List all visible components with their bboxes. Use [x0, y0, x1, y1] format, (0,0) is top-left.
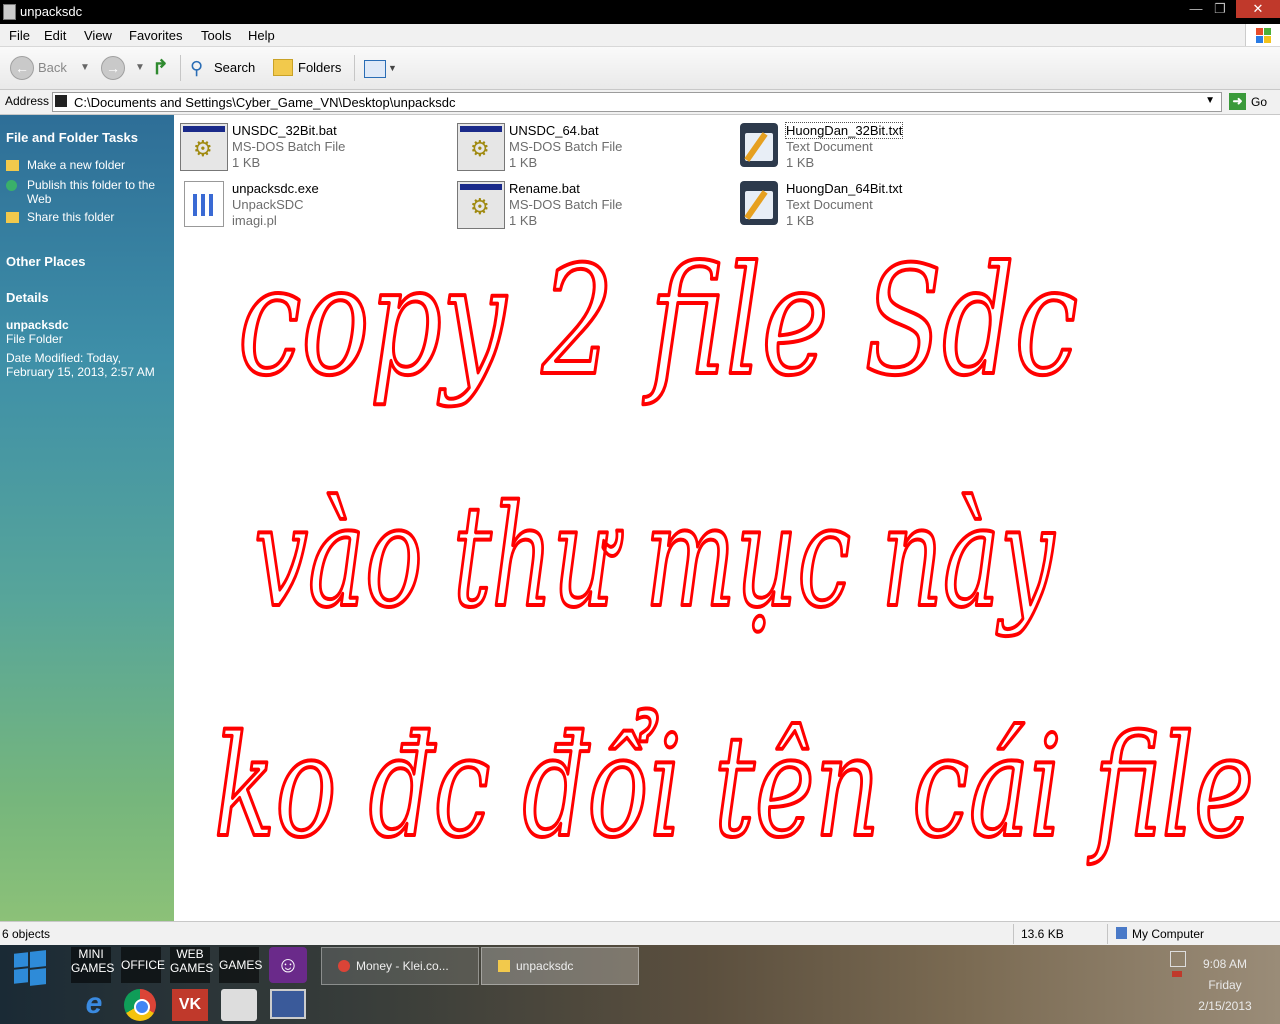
back-dropdown-icon[interactable]: ▼ [80, 57, 90, 79]
details-type: File Folder [6, 332, 63, 346]
object-count: 6 objects [2, 927, 51, 941]
address-field[interactable]: C:\Documents and Settings\Cyber_Game_VN\… [52, 92, 1222, 112]
share-folder-icon [6, 212, 19, 223]
window-title: unpacksdc [20, 4, 83, 19]
address-path: C:\Documents and Settings\Cyber_Game_VN\… [74, 95, 456, 110]
clock-day: Friday [1208, 978, 1242, 992]
file-folder-tasks-heading[interactable]: File and Folder Tasks [6, 130, 138, 145]
zone-label: My Computer [1132, 927, 1205, 941]
annotation-line-2: vào thư mục này [254, 476, 1055, 639]
search-icon: ⚲ [190, 58, 204, 78]
clock-time[interactable]: 9:08 AM [1185, 957, 1265, 971]
menu-bar: File Edit View Favorites Tools Help [0, 24, 1280, 47]
details-name: unpacksdc [6, 318, 69, 332]
handwritten-annotation: copy 2 file Sdc vào thư mục này ko đc đổ… [212, 233, 1256, 871]
toolbar-separator [354, 55, 355, 81]
make-new-folder-link[interactable]: Make a new folder [27, 158, 125, 172]
windows-logo-icon [1245, 24, 1280, 46]
close-button[interactable]: ✕ [1236, 0, 1280, 18]
back-button[interactable]: Back [38, 57, 67, 79]
my-computer-icon [1116, 927, 1127, 939]
annotation-line-3: ko đc đổi tên cái file [214, 706, 1254, 869]
address-bar: Address C:\Documents and Settings\Cyber_… [0, 90, 1280, 115]
task-pane: File and Folder Tasks Make a new folder … [0, 115, 174, 921]
title-bar[interactable]: unpacksdc — ❐ ✕ [0, 0, 1280, 24]
up-folder-icon[interactable]: ↱ [152, 57, 169, 79]
quicklaunch-office[interactable]: OFFICE [121, 947, 165, 983]
new-folder-icon [6, 160, 19, 171]
forward-dropdown-icon[interactable]: ▼ [135, 57, 145, 79]
menu-help[interactable]: Help [248, 28, 275, 43]
quicklaunch-web-games[interactable]: WEB GAMES [170, 947, 213, 983]
details-heading[interactable]: Details [6, 290, 49, 305]
views-icon[interactable] [364, 60, 386, 78]
minimize-button[interactable]: — [1184, 0, 1208, 18]
toolbar-separator [180, 55, 181, 81]
quicklaunch-games[interactable]: GAMES [219, 947, 262, 983]
menu-tools[interactable]: Tools [201, 28, 231, 43]
address-dropdown-icon[interactable]: ▼ [1205, 95, 1215, 106]
menu-favorites[interactable]: Favorites [129, 28, 182, 43]
quicklaunch-mini-games[interactable]: MINI GAMES [71, 947, 114, 983]
folder-app-icon [3, 4, 16, 20]
status-separator [1013, 924, 1014, 944]
windows-logo-icon [14, 952, 28, 968]
chrome-icon [338, 960, 350, 972]
menu-file[interactable]: File [9, 28, 30, 43]
taskbar-item-explorer[interactable]: unpacksdc [481, 947, 639, 985]
other-places-heading[interactable]: Other Places [6, 254, 86, 269]
folder-icon [55, 95, 67, 107]
folders-icon [273, 59, 293, 76]
tray-flag-icon[interactable] [1172, 971, 1182, 977]
back-arrow-icon[interactable]: ← [10, 56, 34, 80]
clock-date: 2/15/2013 [1198, 999, 1252, 1013]
forward-button[interactable]: → [101, 56, 125, 80]
share-folder-link[interactable]: Share this folder [27, 210, 114, 224]
unikey-icon[interactable] [221, 989, 257, 1021]
folders-button[interactable]: Folders [298, 57, 341, 79]
taskbar-item-label: Money - Klei.co... [356, 959, 449, 973]
views-dropdown-icon[interactable]: ▼ [388, 57, 397, 79]
network-icon[interactable] [1170, 951, 1186, 967]
maximize-button[interactable]: ❐ [1208, 0, 1232, 18]
file-view[interactable]: ⚙ UNSDC_32Bit.bat MS-DOS Batch File 1 KB… [174, 115, 1280, 921]
details-modified: Date Modified: Today, February 15, 2013,… [6, 351, 155, 379]
total-size: 13.6 KB [1021, 927, 1064, 941]
go-button[interactable]: Go [1251, 95, 1267, 109]
annotation-line-1: copy 2 file Sdc [238, 235, 1078, 409]
internet-explorer-icon[interactable]: e [76, 987, 112, 1021]
menu-edit[interactable]: Edit [44, 28, 66, 43]
search-button[interactable]: Search [214, 57, 255, 79]
folder-icon [498, 960, 510, 972]
go-arrow-icon[interactable]: ➜ [1229, 93, 1246, 110]
chrome-icon[interactable] [124, 989, 156, 1021]
menu-view[interactable]: View [84, 28, 112, 43]
desktop-icon[interactable] [270, 989, 306, 1019]
address-label: Address [5, 94, 50, 108]
taskbar-item-chrome[interactable]: Money - Klei.co... [321, 947, 479, 985]
vk-icon[interactable]: VK [172, 989, 208, 1021]
taskbar: MINI GAMES OFFICE WEB GAMES GAMES ☺ e VK… [0, 945, 1280, 1024]
status-bar: 6 objects 13.6 KB My Computer [0, 921, 1280, 946]
start-button[interactable] [12, 950, 48, 986]
status-separator [1107, 924, 1108, 944]
taskbar-item-label: unpacksdc [516, 959, 574, 973]
publish-folder-link[interactable]: Publish this folder to the Web [27, 178, 157, 206]
yahoo-messenger-icon[interactable]: ☺ [269, 947, 307, 983]
toolbar: ← Back ▼ → ▼ ↱ ⚲ Search Folders ▼ [0, 47, 1280, 90]
publish-web-icon [6, 180, 17, 191]
